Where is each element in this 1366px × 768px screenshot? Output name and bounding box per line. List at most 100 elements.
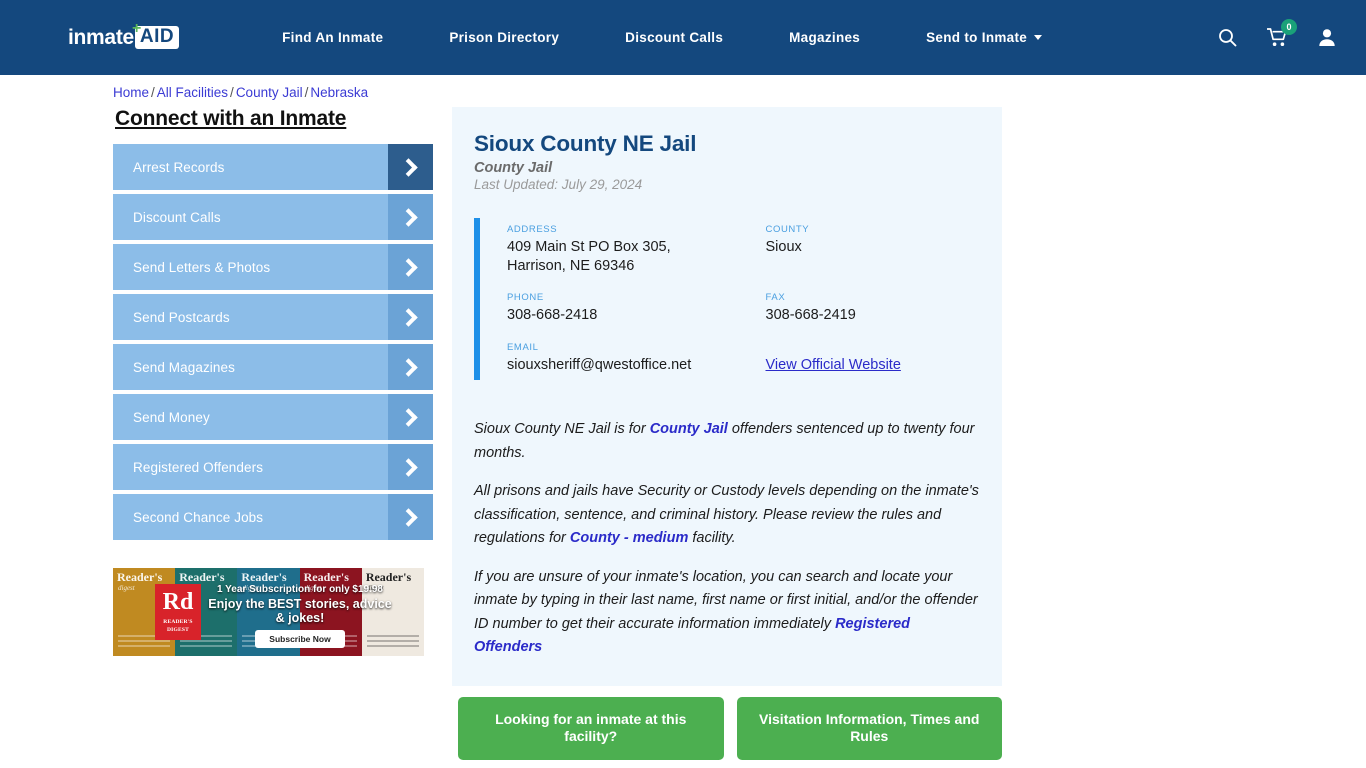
breadcrumb-separator: / [304,85,309,100]
address-line-2: Harrison, NE 69346 [507,257,635,274]
email-label: EMAIL [507,341,539,353]
advertisement-banner[interactable]: Reader's digest Reader's digest Reader's… [113,568,424,656]
logo-text-inmate: inmate [68,25,134,49]
fax-field: FAX 308-668-2419 [766,292,981,325]
primary-nav: Find An Inmate Prison Directory Discount… [249,30,1218,45]
cart-icon[interactable]: 0 [1267,19,1297,47]
sidebar-item-send-letters-photos[interactable]: Send Letters & Photos [113,244,433,290]
logo-plus-icon: + [132,19,142,37]
ad-cover-title: Reader's [179,570,225,584]
main-content: Sioux County NE Jail County Jail Last Up… [452,107,1002,761]
sidebar-item-second-chance-jobs[interactable]: Second Chance Jobs [113,494,433,540]
ad-headline: 1 Year Subscription for only $19.98 [217,584,383,595]
ad-cover-title: Reader's [117,570,163,584]
address-label: ADDRESS [507,224,558,235]
sidebar-item-label: Send Money [133,409,210,425]
visitation-info-button[interactable]: Visitation Information, Times and Rules [736,696,1002,761]
find-inmate-button[interactable]: Looking for an inmate at this facility? [458,696,724,761]
user-icon[interactable] [1318,28,1336,47]
desc-p1-text-a: Sioux County NE Jail is for [474,421,650,438]
page-body: Home / All Facilities / County Jail / Nebraska… [0,75,1366,761]
ad-cover-title: Reader's [303,570,349,584]
breadcrumb-separator: / [230,85,234,100]
cart-count-badge: 0 [1281,19,1297,35]
desc-p2-text-b: facility. [688,530,736,547]
facility-description: Sioux County NE Jail is for County Jail … [474,418,980,659]
sidebar-item-label: Send Letters & Photos [133,259,271,275]
description-paragraph-2: All prisons and jails have Security or C… [474,480,980,550]
ad-cover-subtitle: digest [118,584,135,592]
fax-label: FAX [765,292,786,304]
email-value: siouxsheriff@qwestoffice.net [507,356,692,373]
email-field: EMAIL siouxsheriff@qwestoffice.net [507,342,744,375]
sidebar-item-send-money[interactable]: Send Money [113,394,433,440]
breadcrumb-item-all-facilities[interactable]: All Facilities [157,85,228,100]
ad-subheadline: Enjoy the BEST stories, advice & jokes! [208,597,392,625]
county-field: COUNTY Sioux [766,224,981,275]
sidebar-item-label: Registered Offenders [133,459,264,475]
last-updated-text: Last Updated: July 29, 2024 [474,177,643,192]
ad-brand-name: READER'S DIGEST [163,618,193,633]
website-field: View Official Website [766,342,981,374]
chevron-right-icon [388,344,433,390]
sidebar-item-arrest-records[interactable]: Arrest Records [113,144,433,190]
address-field: ADDRESS 409 Main St PO Box 305, Harrison… [507,224,744,275]
sidebar-item-label: Send Magazines [133,359,235,375]
sidebar-item-send-magazines[interactable]: Send Magazines [113,344,433,390]
nav-link-prison-directory[interactable]: Prison Directory [416,30,592,45]
phone-label: PHONE [507,292,544,304]
ad-copy: 1 Year Subscription for only $19.98 Enjo… [206,584,394,648]
ad-subscribe-button[interactable]: Subscribe Now [255,630,345,648]
nav-link-send-to-inmate[interactable]: Send to Inmate [893,30,1075,45]
contact-column-right: COUNTY Sioux FAX 308-668-2419 View Offic… [744,224,981,374]
description-paragraph-1: Sioux County NE Jail is for County Jail … [474,418,980,465]
desc-p2-link: County - medium [569,530,689,547]
breadcrumb-item-nebraska[interactable]: Nebraska [310,85,368,100]
page-title: Sioux County NE Jail [474,131,697,156]
phone-value: 308-668-2418 [507,307,598,324]
breadcrumb: Home / All Facilities / County Jail / Nebraska [113,85,368,100]
chevron-right-icon [388,444,433,490]
ad-brand-initials: Rd [162,588,194,615]
breadcrumb-item-home[interactable]: Home [113,85,149,100]
chevron-right-icon [388,494,433,540]
description-paragraph-3: If you are unsure of your inmate's locat… [474,566,980,660]
nav-link-find-an-inmate[interactable]: Find An Inmate [249,30,416,45]
contact-info-block: ADDRESS 409 Main St PO Box 305, Harrison… [474,218,981,381]
chevron-right-icon [388,394,433,440]
fax-value: 308-668-2419 [765,307,856,324]
county-label: COUNTY [765,224,810,235]
nav-link-magazines[interactable]: Magazines [756,30,893,45]
sidebar-item-label: Send Postcards [133,309,230,325]
search-icon[interactable] [1218,28,1237,47]
ad-cover-title: Reader's [365,570,412,584]
breadcrumb-separator: / [151,85,155,100]
sidebar-heading: Connect with an Inmate [115,107,347,130]
top-navbar: inmate AID + Find An Inmate Prison Direc… [0,0,1366,75]
nav-link-discount-calls[interactable]: Discount Calls [592,30,756,45]
sidebar-item-label: Discount Calls [133,209,221,225]
logo-text-aid: AID [134,26,180,49]
cta-button-group: Looking for an inmate at this facility? … [452,696,1002,761]
sidebar-item-label: Arrest Records [133,159,225,175]
phone-field: PHONE 308-668-2418 [507,292,744,325]
desc-p1-link: County Jail [649,421,728,438]
view-official-website-link[interactable]: View Official Website [766,357,901,373]
site-logo[interactable]: inmate AID + [68,20,180,50]
sidebar-item-send-postcards[interactable]: Send Postcards [113,294,433,340]
county-value: Sioux [765,239,802,255]
nav-icon-group: 0 [1218,19,1348,47]
contact-column-left: ADDRESS 409 Main St PO Box 305, Harrison… [507,224,744,374]
chevron-right-icon [388,244,433,290]
facility-card: Sioux County NE Jail County Jail Last Up… [452,107,1002,686]
ad-cover-title: Reader's [241,570,287,584]
sidebar-item-registered-offenders[interactable]: Registered Offenders [113,444,433,490]
sidebar-item-label: Second Chance Jobs [133,509,264,525]
content-columns: Connect with an Inmate Arrest Records Di… [0,75,1366,761]
chevron-right-icon [388,144,433,190]
address-line-1: 409 Main St PO Box 305, [507,239,671,255]
sidebar-item-discount-calls[interactable]: Discount Calls [113,194,433,240]
chevron-right-icon [388,194,433,240]
breadcrumb-item-county-jail[interactable]: County Jail [236,85,303,100]
ad-brand-logo: Rd READER'S DIGEST [155,584,201,640]
